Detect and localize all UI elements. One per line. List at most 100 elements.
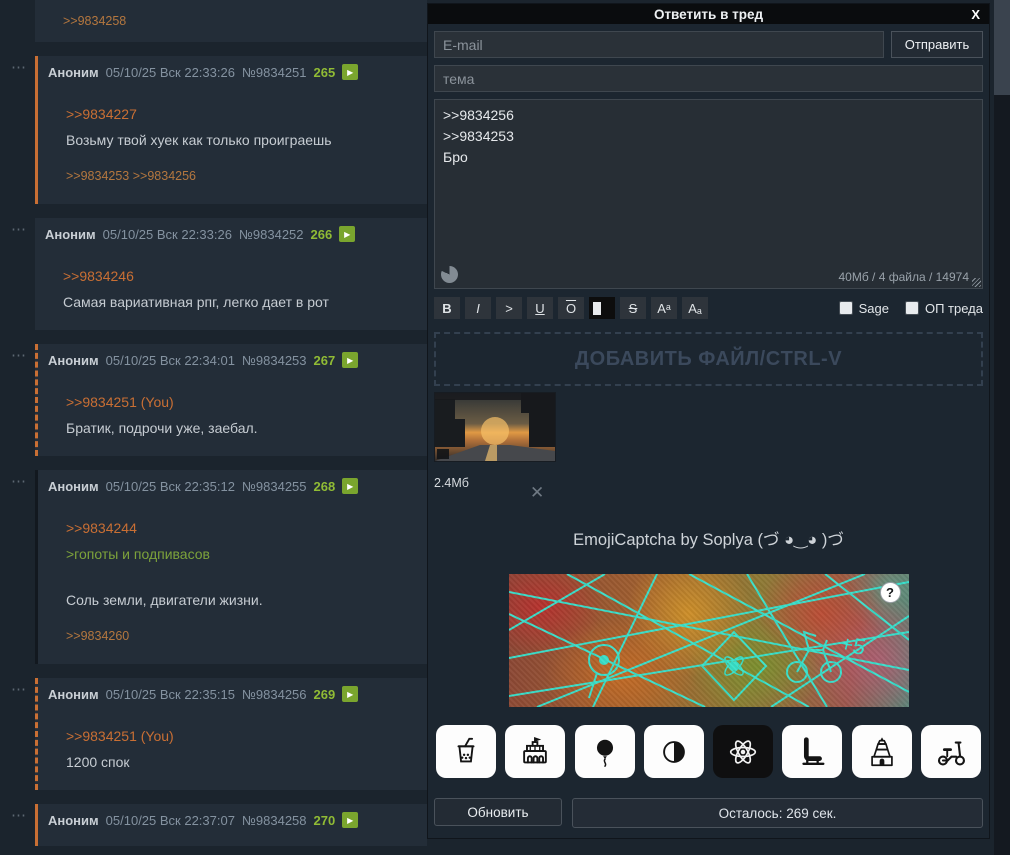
post-index-link[interactable]: 270 [314, 813, 336, 828]
post-number-link[interactable]: №9834251 [242, 65, 307, 80]
post-number-link[interactable]: №9834258 [242, 813, 307, 828]
captcha-option-atom[interactable] [713, 725, 774, 778]
captcha-pattern: +5 [508, 574, 909, 707]
post-text: 1200 спок [66, 754, 130, 770]
op-checkbox[interactable]: ОП треда [904, 301, 983, 316]
post-row: ⋯ Аноним 05/10/25 Вск 22:35:12 №9834255 … [0, 470, 427, 664]
post-author: Аноним [48, 812, 99, 828]
post-header: Аноним 05/10/25 Вск 22:33:26 №9834251 26… [48, 64, 415, 80]
post-menu-icon[interactable]: ⋯ [0, 472, 35, 664]
play-icon: ▶ [347, 67, 354, 77]
post-header: Аноним 05/10/25 Вск 22:35:15 №9834256 26… [48, 686, 415, 702]
post-number-link[interactable]: №9834253 [242, 353, 307, 368]
quote-link[interactable]: >>9834246 [63, 266, 134, 286]
post-menu-icon[interactable]: ⋯ [0, 806, 35, 846]
post-text: Соль земли, двигатели жизни. [66, 592, 263, 608]
overline-button[interactable]: O [558, 297, 584, 319]
reply-ref-link[interactable]: >>9834260 [66, 626, 129, 646]
post-number-link[interactable]: №9834252 [239, 227, 304, 242]
post-date: 05/10/25 Вск 22:35:15 [105, 686, 235, 702]
post-menu-icon[interactable]: ⋯ [0, 346, 35, 456]
checkbox-icon [904, 301, 919, 315]
upload-limits: 40Мб / 4 файла / 14974 [838, 270, 969, 284]
quote-button[interactable]: > [496, 297, 522, 319]
post-index-link[interactable]: 268 [314, 479, 336, 494]
reply-ref-link[interactable]: >>9834258 [63, 14, 126, 28]
captcha-refresh-button[interactable]: Обновить [434, 798, 562, 826]
resize-handle[interactable] [972, 278, 981, 287]
post-row: ⋯ Аноним 05/10/25 Вск 22:35:15 №9834256 … [0, 678, 427, 790]
captcha-footer: Обновить Осталось: 269 сек. [434, 798, 983, 828]
post-text: Возьму твой хуек как только проиграешь [66, 132, 332, 148]
reply-ref-link[interactable]: >>9834253 >>9834256 [66, 166, 196, 186]
captcha-image: +5 ? [508, 574, 909, 707]
captcha-help-button[interactable]: ? [879, 582, 901, 603]
post-menu-icon[interactable]: ⋯ [0, 220, 35, 330]
post-index-link[interactable]: 269 [314, 687, 336, 702]
captcha-option-armchair[interactable] [782, 725, 843, 778]
comment-textarea[interactable]: >>9834256 >>9834253 Бро [434, 99, 983, 289]
quick-reply-button[interactable]: ▶ [339, 226, 356, 242]
quick-reply-button[interactable]: ▶ [342, 352, 359, 368]
post-number-link[interactable]: №9834255 [242, 479, 307, 494]
bold-button[interactable]: B [434, 297, 460, 319]
quote-link[interactable]: >>9834251 (You) [66, 726, 174, 746]
sage-checkbox[interactable]: Sage [838, 301, 889, 316]
checkbox-icon [838, 301, 853, 315]
quick-reply-button[interactable]: ▶ [342, 64, 359, 80]
captcha-options [436, 725, 981, 778]
quote-link[interactable]: >>9834244 [66, 518, 137, 538]
post-index-link[interactable]: 266 [311, 227, 333, 242]
captcha-option-stadium[interactable] [505, 725, 566, 778]
remove-file-icon[interactable]: ✕ [530, 484, 544, 501]
paint-icon[interactable] [441, 266, 458, 283]
post-author: Аноним [48, 352, 99, 368]
subject-field[interactable] [434, 65, 983, 92]
captcha-option-balloon[interactable] [574, 725, 635, 778]
quote-link[interactable]: >>9834227 [66, 104, 137, 124]
post-row: ⋯ Аноним 05/10/25 Вск 22:37:07 №9834258 … [0, 804, 427, 846]
captcha-option-bubble-tea[interactable] [436, 725, 496, 778]
quick-reply-button[interactable]: ▶ [342, 478, 359, 494]
post-body: >>9834246 Самая вариативная рпг, легко д… [45, 266, 415, 312]
email-field[interactable] [434, 31, 884, 58]
reply-form-titlebar: Ответить в тред X [428, 4, 989, 24]
spoiler-sample-icon [593, 301, 601, 315]
file-dropzone[interactable]: ДОБАВИТЬ ФАЙЛ/CTRL-V [434, 332, 983, 386]
greentext: >гопоты и подпивасов [66, 546, 210, 562]
file-thumbnail[interactable] [434, 392, 556, 462]
play-icon: ▶ [347, 689, 354, 699]
italic-button[interactable]: I [465, 297, 491, 319]
strikethrough-button[interactable]: S [620, 297, 646, 319]
post-header: Аноним 05/10/25 Вск 22:37:07 №9834258 27… [48, 812, 415, 828]
scrollbar[interactable] [994, 0, 1010, 855]
subscript-button[interactable]: Aₐ [682, 297, 708, 319]
quick-reply-button[interactable]: ▶ [342, 812, 359, 828]
quote-link[interactable]: >>9834251 (You) [66, 392, 174, 412]
post-date: 05/10/25 Вск 22:35:12 [105, 478, 235, 494]
play-icon: ▶ [347, 355, 354, 365]
close-icon[interactable]: X [971, 4, 980, 24]
post-menu-icon[interactable]: ⋯ [0, 58, 35, 204]
options: Sage ОП треда [838, 301, 983, 316]
underline-button[interactable]: U [527, 297, 553, 319]
superscript-button[interactable]: Aᵃ [651, 297, 677, 319]
captcha-option-scooter[interactable] [920, 725, 981, 778]
post-index-link[interactable]: 267 [314, 353, 336, 368]
submit-button[interactable]: Отправить [891, 31, 983, 58]
post-index-link[interactable]: 265 [314, 65, 336, 80]
post-number-link[interactable]: №9834256 [242, 687, 307, 702]
play-icon: ▶ [347, 481, 354, 491]
post: Аноним 05/10/25 Вск 22:33:26 №9834251 26… [35, 56, 427, 204]
captcha-option-half-moon[interactable] [643, 725, 704, 778]
post-row: ⋯ Аноним 05/10/25 Вск 22:33:26 №9834251 … [0, 56, 427, 204]
quick-reply-button[interactable]: ▶ [342, 686, 359, 702]
captcha-option-temple[interactable] [851, 725, 912, 778]
spoiler-button[interactable] [589, 297, 615, 319]
post-fragment: >>9834258 [0, 0, 427, 42]
post-body: >>9834244 >гопоты и подпивасов Соль земл… [48, 518, 415, 646]
post-body: >>9834251 (You) Братик, подрочи уже, зае… [48, 392, 415, 438]
post-menu-icon[interactable]: ⋯ [0, 680, 35, 790]
scrollbar-thumb[interactable] [994, 0, 1010, 95]
